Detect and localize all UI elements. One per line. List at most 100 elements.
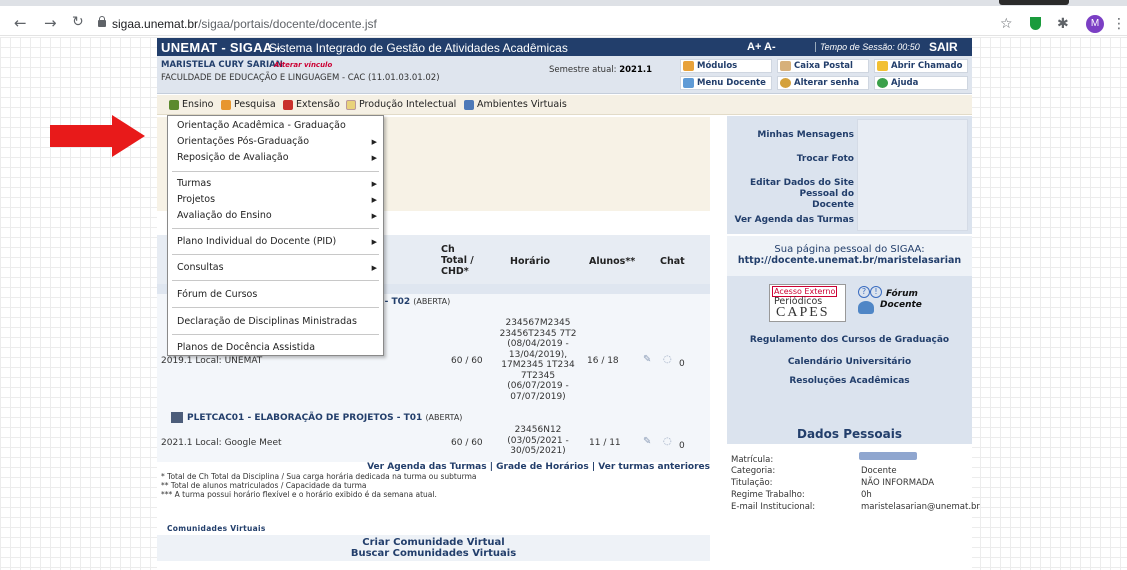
dd-pid[interactable]: Plano Individual do Docente (PID) ▶ <box>168 235 383 249</box>
table-footnotes: * Total de Ch Total da Disciplina / Sua … <box>161 472 477 499</box>
course-2-alunos: 11 / 11 <box>589 438 621 448</box>
faculty-name: FACULDADE DE EDUCAÇÃO E LINGUAGEM - CAC … <box>161 73 440 83</box>
font-size-controls[interactable]: A+ A- <box>747 41 776 53</box>
forward-icon[interactable]: → <box>44 14 57 32</box>
dd-declaracao-disciplinas[interactable]: Declaração de Disciplinas Ministradas <box>168 315 383 329</box>
menu-pesquisa[interactable]: Pesquisa <box>221 99 276 110</box>
dd-avaliacao-ensino[interactable]: Avaliação do Ensino ▶ <box>168 209 383 223</box>
course-1-alunos: 16 / 18 <box>587 356 619 366</box>
course-2-ch: 60 / 60 <box>451 438 483 448</box>
menu-extensao[interactable]: Extensão <box>283 99 340 110</box>
logout-link[interactable]: SAIR <box>929 40 958 54</box>
extensions-puzzle-icon[interactable]: ✱ <box>1057 16 1069 32</box>
ver-agenda-link[interactable]: Ver Agenda das Turmas <box>727 215 854 225</box>
editar-dados-link[interactable]: Editar Dados do Site Pessoal do Docente <box>727 178 854 211</box>
profile-box: Minhas Mensagens Trocar Foto Editar Dado… <box>727 116 972 234</box>
col-horario: Horário <box>510 256 551 267</box>
system-name: UNEMAT - SIGAA - <box>161 40 281 55</box>
dd-orientacoes-pos[interactable]: Orientações Pós-Graduação ▶ <box>168 135 383 149</box>
course-1-title[interactable]: S - T02 (ABERTA) <box>375 297 450 307</box>
menu-ambientes-virtuais[interactable]: Ambientes Virtuais <box>464 99 567 110</box>
trocar-foto-link[interactable]: Trocar Foto <box>727 154 854 164</box>
capes-banner[interactable]: Acesso Externo Periódicos CAPES <box>769 284 846 322</box>
course-1-ch: 60 / 60 <box>451 356 483 366</box>
course-2-local: 2021.1 Local: Google Meet <box>161 438 282 448</box>
course-1-note-icon[interactable]: ✎ <box>643 354 651 365</box>
minhas-mensagens-link[interactable]: Minhas Mensagens <box>727 130 854 140</box>
system-subtitle: Sistema Integrado de Gestão de Atividade… <box>269 41 568 55</box>
dd-forum-cursos[interactable]: Fórum de Cursos <box>168 288 383 302</box>
user-info-bar: MARISTELA CURY SARIAN Alterar vínculo FA… <box>157 56 972 94</box>
browser-toolbar: ← → ↻ sigaa.unemat.br/sigaa/portais/doce… <box>0 6 1127 36</box>
question-icon: ? <box>858 286 870 298</box>
table-links[interactable]: Ver Agenda das Turmas | Grade de Horário… <box>157 462 710 472</box>
profile-photo <box>857 119 968 231</box>
dd-separator <box>172 280 379 281</box>
titulacao-value: NÃO INFORMADA <box>861 478 935 488</box>
people-icon <box>858 301 874 314</box>
dd-separator <box>172 307 379 308</box>
dd-planos-docencia[interactable]: Planos de Docência Assistida <box>168 341 383 355</box>
forum-docente-banner[interactable]: ? ! Fórum Docente <box>854 284 930 322</box>
menu-producao-intelectual[interactable]: Produção Intelectual <box>346 99 456 110</box>
links-box: Acesso Externo Periódicos CAPES ? ! Fóru… <box>727 276 972 430</box>
submenu-arrow-icon: ▶ <box>371 138 377 146</box>
modulos-link[interactable]: Módulos <box>680 59 772 73</box>
mailbox-icon <box>780 61 791 71</box>
dd-projetos[interactable]: Projetos ▶ <box>168 193 383 207</box>
dd-reposicao-avaliacao[interactable]: Reposição de Avaliação ▶ <box>168 151 383 165</box>
col-ch-total: Ch Total / CHD* <box>441 244 474 277</box>
pagina-pessoal-url[interactable]: http://docente.unemat.br/maristelasarian <box>727 255 972 266</box>
menu-icon <box>683 78 694 88</box>
profile-avatar[interactable]: M <box>1086 15 1104 33</box>
regime-value: 0h <box>861 490 872 500</box>
star-icon[interactable]: ☆ <box>1000 16 1013 32</box>
email-label: E-mail Institucional: <box>731 502 816 512</box>
key-icon <box>780 78 791 88</box>
alterar-senha-link[interactable]: Alterar senha <box>777 76 869 90</box>
ambientes-icon <box>464 100 474 110</box>
course-2-chat-count: 0 <box>679 441 685 451</box>
regulamento-link[interactable]: Regulamento dos Cursos de Graduação <box>727 335 972 345</box>
course-2-title[interactable]: PLETCAC01 - ELABORAÇÃO DE PROJETOS - T01… <box>187 413 462 423</box>
ensino-icon <box>169 100 179 110</box>
pesquisa-icon <box>221 100 231 110</box>
shield-extension-icon[interactable] <box>1030 17 1041 30</box>
dd-orientacao-academica[interactable]: Orientação Acadêmica - Graduação <box>168 119 383 133</box>
red-arrow-annotation <box>50 115 145 157</box>
extensao-icon <box>283 100 293 110</box>
current-semester: Semestre atual: 2021.1 <box>549 65 653 75</box>
ajuda-link[interactable]: Ajuda <box>874 76 968 90</box>
dados-pessoais-title: Dados Pessoais <box>727 427 972 444</box>
resolucoes-link[interactable]: Resoluções Acadêmicas <box>727 376 972 386</box>
menu-docente-link[interactable]: Menu Docente <box>680 76 772 90</box>
email-value: maristelasarian@unemat.br <box>861 502 980 512</box>
course-1-chat-icon[interactable]: ◌ <box>663 354 672 365</box>
regime-label: Regime Trabalho: <box>731 490 805 500</box>
course-2-chat-icon[interactable]: ◌ <box>663 436 672 447</box>
criar-comunidade-link[interactable]: Criar Comunidade Virtual <box>157 537 710 548</box>
submenu-arrow-icon: ▶ <box>371 238 377 246</box>
abrir-chamado-link[interactable]: Abrir Chamado <box>874 59 968 73</box>
address-bar[interactable]: sigaa.unemat.br/sigaa/portais/docente/do… <box>112 17 377 31</box>
matricula-redacted <box>859 452 917 460</box>
dd-turmas[interactable]: Turmas ▶ <box>168 177 383 191</box>
calendario-link[interactable]: Calendário Universitário <box>727 357 972 367</box>
comunidades-title: Comunidades Virtuais <box>167 524 266 533</box>
ensino-dropdown: Orientação Acadêmica - Graduação Orienta… <box>167 115 384 356</box>
dd-consultas[interactable]: Consultas ▶ <box>168 261 383 275</box>
producao-icon <box>346 100 356 110</box>
browser-tab[interactable] <box>999 0 1069 5</box>
titulacao-label: Titulação: <box>731 478 773 488</box>
col-chat: Chat <box>660 256 685 267</box>
submenu-arrow-icon: ▶ <box>371 212 377 220</box>
course-2-note-icon[interactable]: ✎ <box>643 436 651 447</box>
browser-menu-icon[interactable]: ⋮ <box>1112 16 1126 32</box>
menu-ensino[interactable]: Ensino <box>169 99 213 110</box>
reload-icon[interactable]: ↻ <box>72 14 84 30</box>
caixa-postal-link[interactable]: Caixa Postal <box>777 59 869 73</box>
alter-vinculo-link[interactable]: Alterar vínculo <box>274 61 332 69</box>
sigaa-portal: UNEMAT - SIGAA - Sistema Integrado de Ge… <box>157 38 980 570</box>
buscar-comunidades-link[interactable]: Buscar Comunidades Virtuais <box>157 548 710 559</box>
back-icon[interactable]: ← <box>14 14 27 32</box>
